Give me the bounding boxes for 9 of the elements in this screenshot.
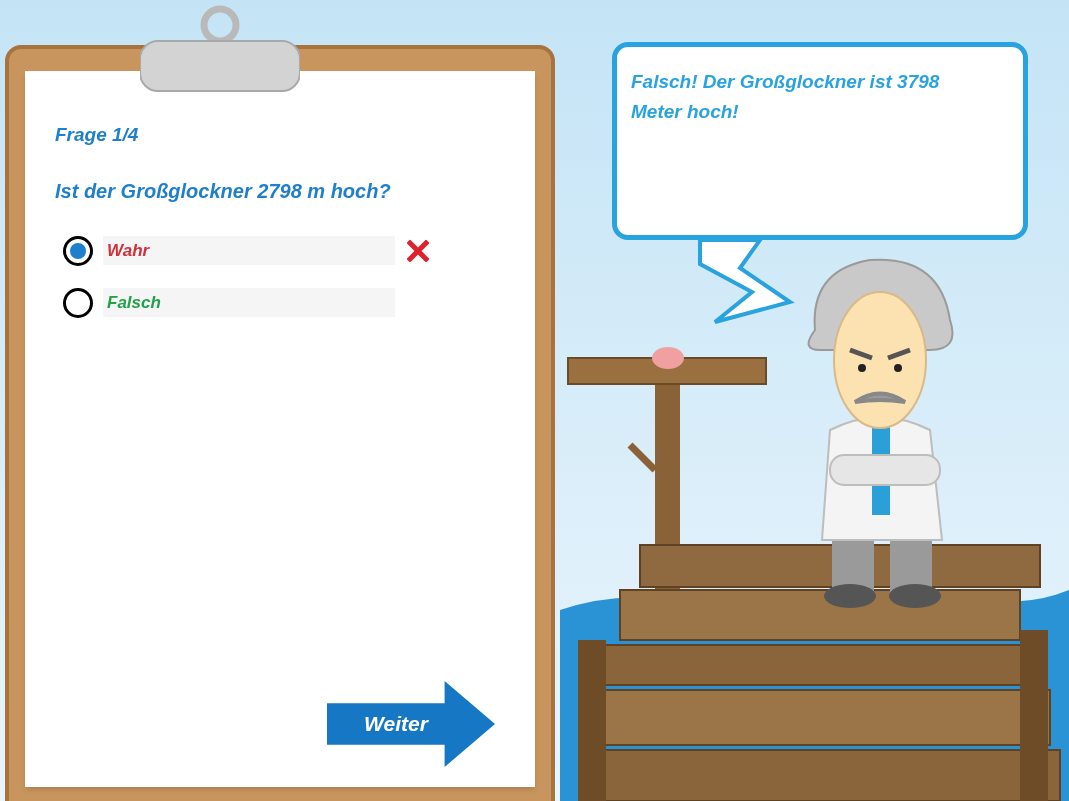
cross-icon [407, 239, 429, 262]
radio-button[interactable] [63, 235, 93, 266]
answer-option[interactable]: Wahr [103, 235, 395, 266]
question-text: Ist der Großglockner 2798 m hoch? [55, 178, 392, 204]
feedback-text: Falsch! Der Großglockner ist 3798 Meter hoch! [631, 70, 941, 124]
question-counter: Frage 1/4 [55, 123, 140, 147]
answer-option[interactable]: Falsch [103, 287, 395, 318]
next-button[interactable]: Weiter [327, 681, 495, 767]
radio-button[interactable] [63, 287, 93, 318]
